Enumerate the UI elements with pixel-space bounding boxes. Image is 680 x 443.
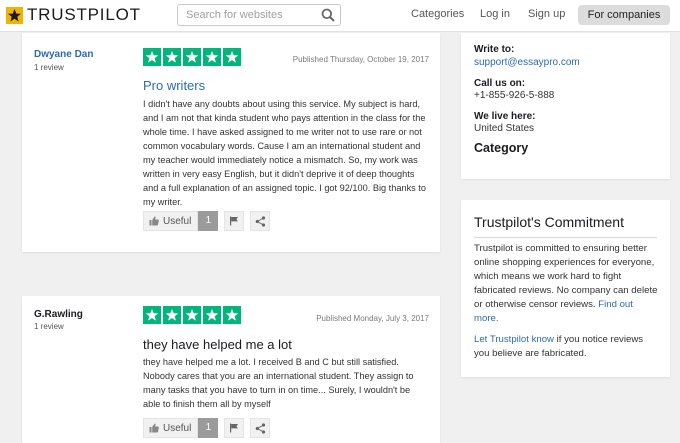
reviewer-name[interactable]: G.Rawling xyxy=(34,309,83,320)
share-icon xyxy=(255,215,265,227)
share-button[interactable] xyxy=(250,418,271,438)
review-card: Dwyane Dan 1 review Published Thursday, … xyxy=(22,33,440,252)
review-card: G.Rawling 1 review Published Monday, Jul… xyxy=(22,296,440,443)
live-value: United States xyxy=(474,123,535,134)
nav-login[interactable]: Log in xyxy=(480,8,510,20)
star-rating xyxy=(143,48,241,66)
live-label: We live here: xyxy=(474,111,536,122)
star-icon xyxy=(223,48,241,66)
star-icon xyxy=(163,306,181,324)
write-to-email-link[interactable]: support@essaypro.com xyxy=(474,57,580,68)
review-actions: Useful 1 xyxy=(143,418,271,438)
top-header: TRUSTPILOT Categories Log in Sign up For… xyxy=(0,0,680,32)
search-input[interactable] xyxy=(186,7,314,23)
useful-label: Useful xyxy=(163,422,192,434)
star-icon xyxy=(203,306,221,324)
reviewer-name[interactable]: Dwyane Dan xyxy=(34,49,93,60)
for-companies-button[interactable]: For companies xyxy=(578,5,670,25)
reviewer-review-count: 1 review xyxy=(34,322,64,331)
review-title[interactable]: they have helped me a lot xyxy=(143,337,292,352)
share-icon xyxy=(255,422,265,434)
commitment-report-text: Let Trustpilot know if you notice review… xyxy=(474,333,660,361)
company-contact-card: Write to: support@essaypro.com Call us o… xyxy=(461,33,670,179)
category-heading: Category xyxy=(474,141,529,155)
trustpilot-commitment-card: Trustpilot's Commitment Trustpilot is co… xyxy=(461,200,670,377)
call-value: +1-855-926-5-888 xyxy=(474,90,555,101)
logo-text: TRUSTPILOT xyxy=(27,5,141,24)
flag-icon xyxy=(230,423,239,433)
star-icon xyxy=(183,306,201,324)
star-icon xyxy=(223,306,241,324)
nav-categories[interactable]: Categories xyxy=(411,8,464,20)
divider xyxy=(474,237,657,238)
trustpilot-logo[interactable]: TRUSTPILOT xyxy=(6,5,141,25)
useful-count: 1 xyxy=(198,418,219,438)
let-trustpilot-know-link[interactable]: Let Trustpilot know xyxy=(474,334,554,345)
review-actions: Useful 1 xyxy=(143,211,271,231)
published-date: Published Thursday, October 19, 2017 xyxy=(292,55,429,64)
star-rating xyxy=(143,306,241,324)
star-icon xyxy=(203,48,221,66)
flag-button[interactable] xyxy=(224,211,245,231)
trustpilot-star-icon xyxy=(6,6,23,24)
star-icon xyxy=(163,48,181,66)
star-icon xyxy=(183,48,201,66)
share-button[interactable] xyxy=(250,211,271,231)
write-to-label: Write to: xyxy=(474,44,515,55)
useful-count: 1 xyxy=(198,211,219,231)
review-body: they have helped me a lot. I received B … xyxy=(143,357,414,409)
published-date: Published Monday, July 3, 2017 xyxy=(316,314,429,323)
star-icon xyxy=(143,306,161,324)
commitment-title: Trustpilot's Commitment xyxy=(474,214,624,230)
review-body: I didn't have any doubts about using thi… xyxy=(143,99,426,207)
commitment-text: Trustpilot is committed to ensuring bett… xyxy=(474,242,660,326)
useful-label: Useful xyxy=(163,215,192,227)
search-icon[interactable] xyxy=(321,8,335,22)
search-box[interactable] xyxy=(177,4,341,26)
flag-button[interactable] xyxy=(224,418,245,438)
star-icon xyxy=(143,48,161,66)
useful-button[interactable]: Useful xyxy=(143,211,199,231)
review-title[interactable]: Pro writers xyxy=(143,78,205,93)
reviewer-review-count: 1 review xyxy=(34,63,64,72)
call-label: Call us on: xyxy=(474,78,526,89)
thumbs-up-icon xyxy=(149,423,159,433)
flag-icon xyxy=(230,216,239,226)
nav-signup[interactable]: Sign up xyxy=(528,8,565,20)
useful-button[interactable]: Useful xyxy=(143,418,199,438)
thumbs-up-icon xyxy=(149,216,159,226)
